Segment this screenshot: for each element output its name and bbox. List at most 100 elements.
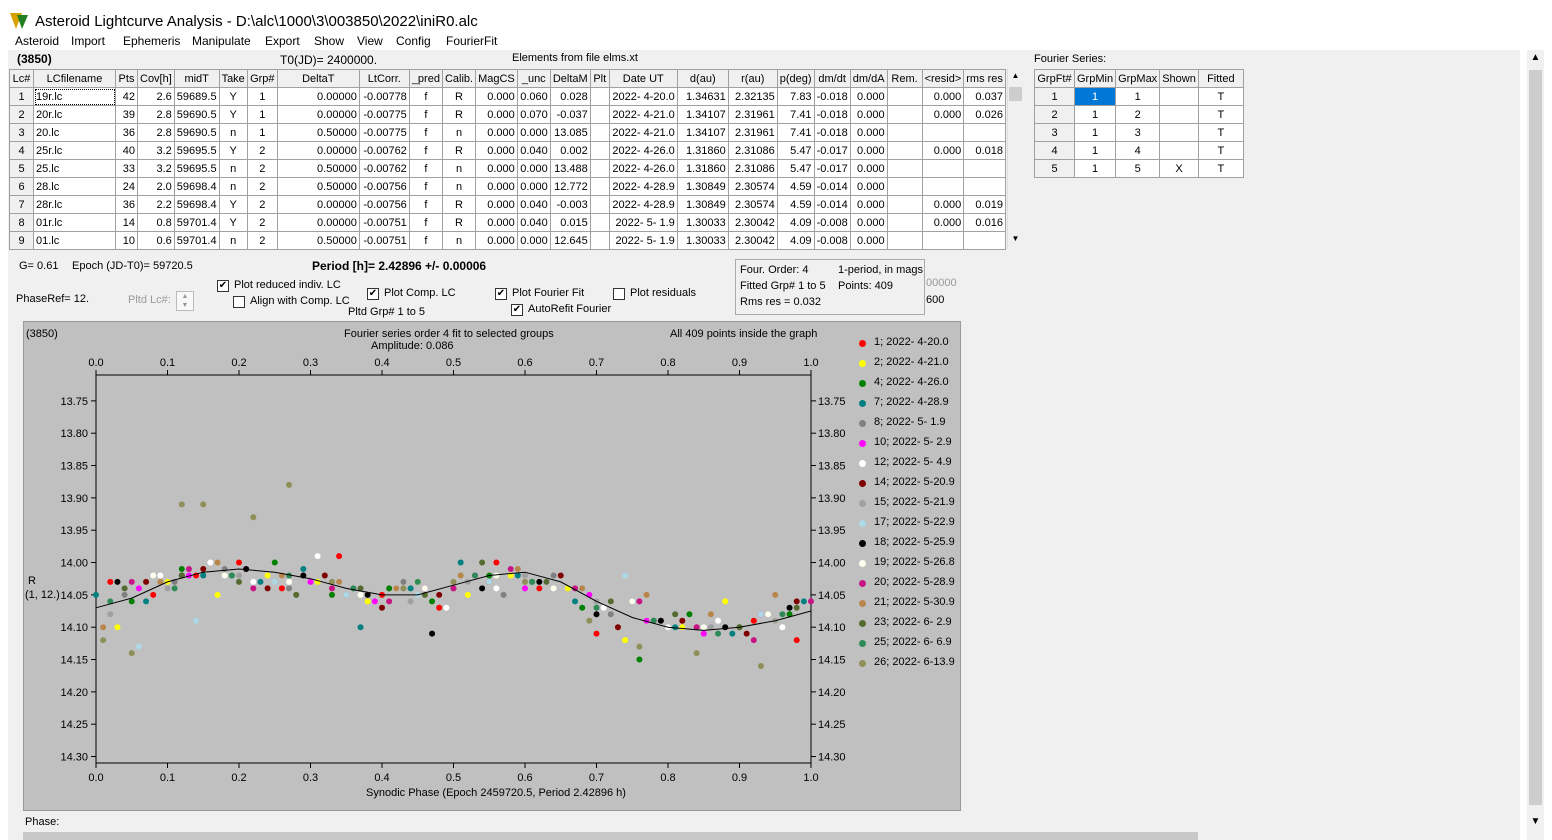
table-cell[interactable]: 0.040 bbox=[516, 195, 551, 214]
table-cell[interactable]: f bbox=[408, 177, 443, 196]
table-cell[interactable]: 2.30042 bbox=[727, 213, 778, 232]
table-cell[interactable]: 4.09 bbox=[776, 213, 815, 232]
lc-col-header[interactable]: <resid> bbox=[921, 69, 965, 88]
table-cell[interactable]: 0.018 bbox=[963, 141, 1006, 160]
table-cell[interactable]: R bbox=[441, 141, 477, 160]
table-cell[interactable]: 2022- 4-20.0 bbox=[608, 87, 678, 106]
table-cell[interactable]: 2.8 bbox=[137, 123, 175, 142]
table-cell[interactable]: 4.59 bbox=[776, 177, 815, 196]
table-cell[interactable]: n bbox=[441, 123, 477, 142]
table-cell[interactable]: R bbox=[441, 105, 477, 124]
table-cell[interactable]: 40 bbox=[115, 141, 138, 160]
table-cell[interactable]: 1 bbox=[246, 87, 278, 106]
pltd-lc-spinner[interactable]: ▲ ▼ bbox=[176, 291, 194, 311]
table-cell[interactable]: 0.000 bbox=[849, 87, 888, 106]
table-cell[interactable]: Y bbox=[218, 213, 248, 232]
table-cell[interactable]: 33 bbox=[115, 159, 138, 178]
table-cell[interactable]: 59698.4 bbox=[173, 195, 220, 214]
menu-manipulate[interactable]: Manipulate bbox=[192, 34, 251, 48]
table-cell[interactable]: 13.488 bbox=[549, 159, 591, 178]
lc-col-header[interactable]: DeltaT bbox=[276, 69, 360, 88]
table-cell[interactable]: -0.018 bbox=[813, 87, 851, 106]
table-cell[interactable]: 0.019 bbox=[963, 195, 1006, 214]
table-cell[interactable]: 1.30849 bbox=[676, 177, 729, 196]
table-cell[interactable]: 0.00000 bbox=[276, 195, 360, 214]
table-cell[interactable]: 0.000 bbox=[849, 141, 888, 160]
table-cell[interactable]: 2.31961 bbox=[727, 123, 778, 142]
table-cell[interactable]: 0.002 bbox=[549, 141, 591, 160]
table-cell[interactable]: Y bbox=[218, 141, 248, 160]
table-cell[interactable]: n bbox=[218, 231, 248, 250]
table-cell[interactable]: -0.018 bbox=[813, 123, 851, 142]
table-cell[interactable]: 0.000 bbox=[475, 195, 518, 214]
plot-canvas[interactable]: 0.0 0.0 0.1 0.1 0.2 0.2 0.3 0.3 0.4 0.4 0.5 0.5 0.6 0… bbox=[24, 322, 962, 812]
table-cell[interactable]: X bbox=[1159, 159, 1199, 178]
table-cell[interactable]: 59701.4 bbox=[173, 231, 220, 250]
table-row[interactable]: 1 19r.lc 42 2.6 59689.5 Y 1 0.00000 -0.00778 f R 0.… bbox=[9, 87, 1006, 106]
table-cell[interactable]: 59701.4 bbox=[173, 213, 220, 232]
table-cell[interactable]: 0.000 bbox=[921, 141, 965, 160]
menu-export[interactable]: Export bbox=[265, 34, 300, 48]
table-cell[interactable]: -0.008 bbox=[813, 213, 851, 232]
table-cell[interactable]: 2022- 5- 1.9 bbox=[608, 231, 678, 250]
table-row[interactable]: 212 T bbox=[1034, 105, 1244, 124]
table-cell[interactable]: 3 bbox=[9, 123, 34, 142]
table-cell[interactable]: 5 bbox=[1115, 159, 1161, 178]
table-cell[interactable]: 7 bbox=[9, 195, 34, 214]
table-row[interactable]: 2 20r.lc 39 2.8 59690.5 Y 1 0.00000 -0.00775 f R 0.… bbox=[9, 105, 1006, 124]
table-cell[interactable]: 2.30574 bbox=[727, 195, 778, 214]
table-cell[interactable]: n bbox=[218, 177, 248, 196]
table-cell[interactable]: Y bbox=[218, 105, 248, 124]
menu-config[interactable]: Config bbox=[396, 34, 431, 48]
table-cell[interactable] bbox=[963, 123, 1006, 142]
table-cell[interactable]: n bbox=[441, 159, 477, 178]
table-cell[interactable]: 4 bbox=[9, 141, 34, 160]
lc-col-header[interactable]: Rem. bbox=[886, 69, 923, 88]
table-cell[interactable]: 2.32135 bbox=[727, 87, 778, 106]
table-cell[interactable] bbox=[1159, 123, 1199, 142]
table-cell[interactable]: 59689.5 bbox=[173, 87, 220, 106]
table-cell[interactable]: 24 bbox=[115, 177, 138, 196]
table-cell[interactable]: 0.50000 bbox=[276, 159, 360, 178]
table-row[interactable]: 3 20.lc 36 2.8 59690.5 n 1 0.50000 -0.00775 f n 0.0… bbox=[9, 123, 1006, 142]
table-cell[interactable]: 2 bbox=[246, 231, 278, 250]
table-cell[interactable]: -0.00775 bbox=[358, 105, 410, 124]
table-row[interactable]: 313 T bbox=[1034, 123, 1244, 142]
table-cell[interactable]: Y bbox=[218, 195, 248, 214]
table-cell[interactable]: f bbox=[408, 87, 443, 106]
table-cell[interactable]: 2.30042 bbox=[727, 231, 778, 250]
menu-view[interactable]: View bbox=[357, 34, 383, 48]
table-cell[interactable]: 2022- 4-28.9 bbox=[608, 195, 678, 214]
table-cell[interactable]: 01.lc bbox=[33, 231, 116, 250]
table-cell[interactable]: 20.lc bbox=[33, 123, 116, 142]
table-cell[interactable]: 0.50000 bbox=[276, 123, 360, 142]
table-cell[interactable]: 5 bbox=[1034, 159, 1075, 178]
table-cell[interactable] bbox=[921, 177, 965, 196]
table-cell[interactable] bbox=[886, 105, 923, 124]
scroll-down-arrow-icon[interactable]: ▼ bbox=[1527, 816, 1544, 833]
table-cell[interactable]: 0.00000 bbox=[276, 105, 360, 124]
scroll-up-arrow-icon[interactable]: ▲ bbox=[1527, 52, 1544, 69]
table-cell[interactable]: 01r.lc bbox=[33, 213, 116, 232]
table-cell[interactable]: 1.34631 bbox=[676, 87, 729, 106]
table-cell[interactable]: 0.000 bbox=[849, 177, 888, 196]
table-cell[interactable]: 0.000 bbox=[516, 159, 551, 178]
lightcurve-plot[interactable]: 0.0 0.0 0.1 0.1 0.2 0.2 0.3 0.3 0.4 0.4 0.5 0.5 0.6 0… bbox=[23, 321, 961, 811]
table-cell[interactable]: 2 bbox=[246, 141, 278, 160]
table-cell[interactable] bbox=[886, 213, 923, 232]
table-row[interactable]: 515XT bbox=[1034, 159, 1244, 178]
table-cell[interactable]: -0.017 bbox=[813, 141, 851, 160]
table-cell[interactable]: -0.017 bbox=[813, 159, 851, 178]
table-cell[interactable] bbox=[886, 141, 923, 160]
table-cell[interactable]: 5 bbox=[9, 159, 34, 178]
table-cell[interactable]: 0.000 bbox=[516, 177, 551, 196]
table-cell[interactable]: 0.000 bbox=[475, 231, 518, 250]
table-cell[interactable]: 4 bbox=[1115, 141, 1161, 160]
table-cell[interactable]: T bbox=[1197, 87, 1244, 106]
table-cell[interactable]: 0.8 bbox=[137, 213, 175, 232]
autorefit-checkbox[interactable]: ✔ bbox=[511, 304, 523, 316]
table-cell[interactable]: 2 bbox=[9, 105, 34, 124]
lc-col-header[interactable]: d(au) bbox=[676, 69, 729, 88]
lc-col-header[interactable]: midT bbox=[173, 69, 220, 88]
table-cell[interactable]: R bbox=[441, 87, 477, 106]
